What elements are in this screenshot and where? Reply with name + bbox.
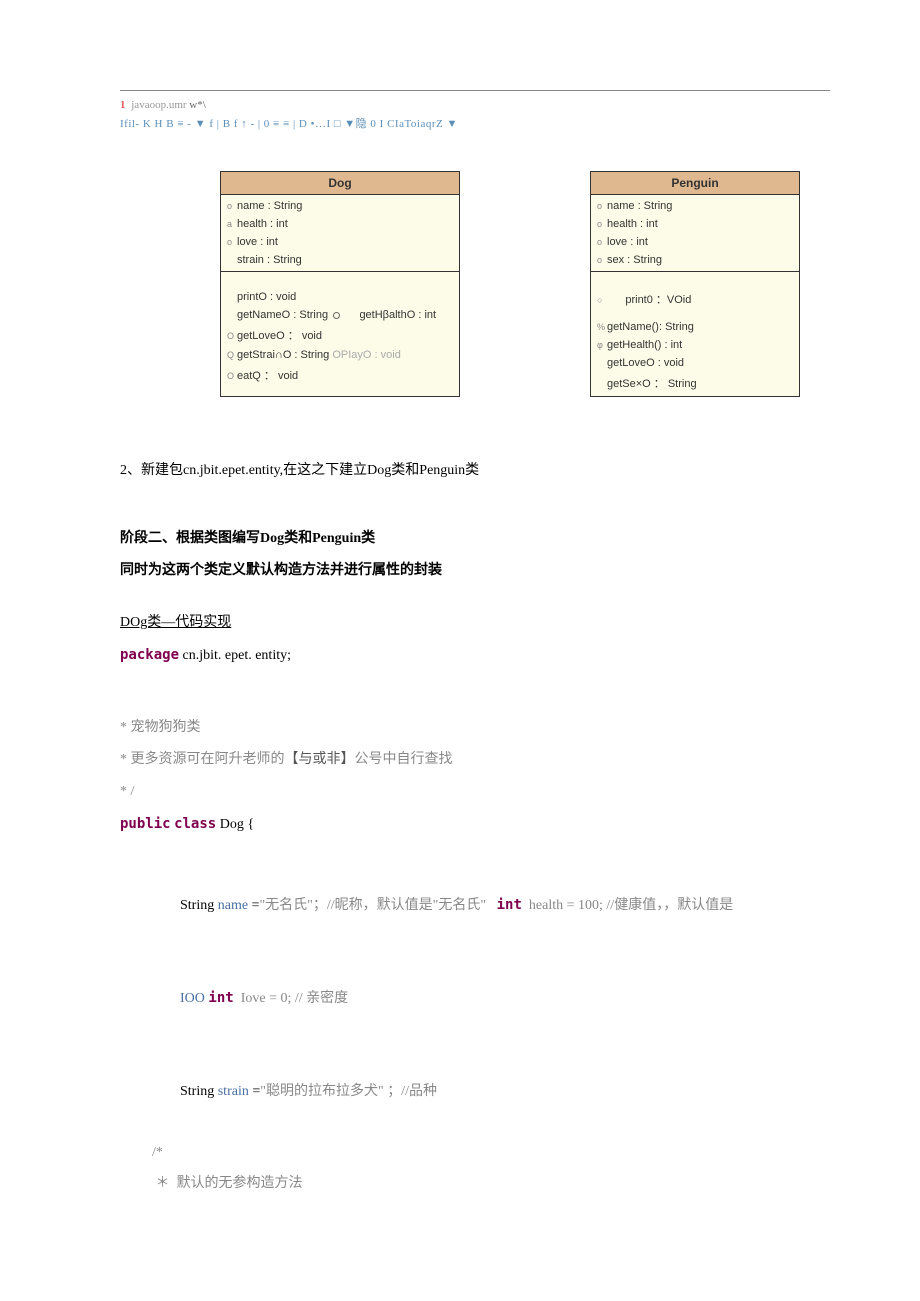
uml-diagrams: Dog oname : String ahealth : int olove :… [120,171,830,397]
uml-method-row: getSe×O ： String [595,372,795,394]
uml-method-row: OeatQ ： void [225,364,455,386]
uml-method-row: φgetHealth() : int [595,336,795,354]
keyword-public: public [120,816,171,832]
uml-attr-row: strain : String [225,251,455,269]
comment-line: * / [120,778,830,806]
class-decl-line: public class Dog { [120,810,830,839]
uml-method-row: getNameO : String getHβalthO : int [225,306,455,324]
uml-dog-attrs: oname : String ahealth : int olove : int… [221,195,459,272]
top-rule [120,90,830,91]
uml-method-row: %getName(): String [595,318,795,336]
dog-impl-heading: DOg类—代码实现 [120,615,231,630]
project-suffix: w*\ [189,99,206,111]
uml-attr-row: oname : String [225,197,455,215]
uml-attr-row: ohealth : int [595,215,795,233]
line-number: 1 [120,99,126,111]
code-block: String name ="无名氏"；//昵称，默认值是"无名氏" int he… [120,859,830,1200]
document-body: 2、新建包cn.jbit.epet.entity,在这之下建立Dog类和Peng… [120,457,830,1200]
uml-dog-methods: printO : void getNameO : String getHβalt… [221,272,459,388]
code-line: /* [152,1138,830,1169]
uml-penguin-methods: ○ print0 ：VOid %getName(): String φgetHe… [591,272,799,396]
code-line: ＊ 默认的无参构造方法 [152,1169,830,1200]
code-line: String strain ="聪明的拉布拉多犬" ；//品种 [152,1046,830,1138]
project-path: 1 javaoop.umr w*\ [120,99,830,111]
toolbar-symbols: Ifil- K H B ≡ - ▼ f | B f ↑ - | 0 ≡ ≡ | … [120,115,830,131]
stage2-subtitle: 同时为这两个类定义默认构造方法并进行属性的封装 [120,557,830,585]
uml-method-row: OgetLoveO ： void [225,324,455,346]
uml-class-penguin: Penguin oname : String ohealth : int olo… [590,171,800,397]
uml-attr-row: ahealth : int [225,215,455,233]
comment-line: * 更多资源可在阿升老师的【与或非】公号中自行查找 [120,746,830,774]
code-package-line: package cn.jbit. epet. entity; [120,641,830,670]
uml-method-row: getLoveO : void [595,354,795,372]
project-file: javaoop.umr [131,99,186,111]
uml-method-row: printO : void [225,288,455,306]
uml-attr-row: olove : int [225,233,455,251]
circle-icon [333,312,340,319]
code-line: IOO int Iove = 0; // 亲密度 [152,952,830,1045]
keyword-package: package [120,647,179,663]
uml-method-row: QgetStrai∩O : String OPIayO : void [225,346,455,364]
code-line: String name ="无名氏"；//昵称，默认值是"无名氏" int he… [152,859,830,952]
uml-penguin-attrs: oname : String ohealth : int olove : int… [591,195,799,272]
uml-attr-row: oname : String [595,197,795,215]
uml-class-dog: Dog oname : String ahealth : int olove :… [220,171,460,397]
uml-attr-row: osex : String [595,251,795,269]
uml-penguin-title: Penguin [591,172,799,195]
stage2-title: 阶段二、根据类图编写Dog类和Penguin类 [120,525,830,553]
toolbar-text: Ifil- K H B ≡ - ▼ f | B f ↑ - | 0 ≡ ≡ | … [120,118,458,130]
step-2-newpkg: 2、新建包cn.jbit.epet.entity,在这之下建立Dog类和Peng… [120,457,830,485]
keyword-class: class [174,816,216,832]
uml-method-row: ○ print0 ：VOid [595,288,795,310]
uml-dog-title: Dog [221,172,459,195]
uml-attr-row: olove : int [595,233,795,251]
comment-line: * 宠物狗狗类 [120,714,830,742]
